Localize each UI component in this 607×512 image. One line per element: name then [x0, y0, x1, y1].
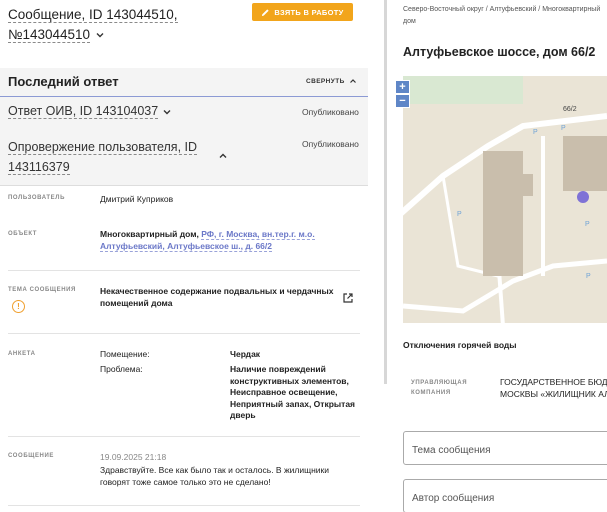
map[interactable]: P P P P P 66/2 — [403, 76, 607, 323]
svg-text:P: P — [585, 221, 590, 228]
company-label: УПРАВЛЯЮЩАЯ КОМПАНИЯ — [411, 380, 468, 396]
object-value: Многоквартирный дом, РФ, г. Москва, вн.т… — [100, 229, 325, 252]
chevron-up-icon — [349, 79, 356, 83]
reply-title-line2: 143116379 — [8, 160, 70, 175]
section-divider — [0, 96, 368, 97]
company-value-line2: МОСКВЫ «ЖИЛИЩНИК АЛ — [500, 388, 607, 399]
last-reply-section: Последний ответ СВЕРНУТЬ Ответ ОИВ, ID 1… — [0, 68, 368, 186]
hot-water-outages-heading: Отключения горячей воды — [403, 340, 517, 350]
object-type: Многоквартирный дом, — [100, 229, 202, 239]
map-canvas: P P P P P — [403, 76, 607, 323]
title-line2: №143044510 — [8, 27, 91, 43]
reply-title-line1: Опровержение пользователя, ID — [8, 140, 198, 155]
svg-text:P: P — [586, 273, 591, 280]
form-problem-value: Наличие повреждений конструктивных элеме… — [230, 364, 356, 420]
form-label: АНКЕТА — [8, 351, 36, 357]
message-title[interactable]: Сообщение, ID 143044510, №143044510 — [8, 5, 248, 45]
status-badge: Опубликовано — [302, 107, 359, 117]
house-number-label: 66/2 — [563, 106, 577, 113]
zoom-out-button[interactable]: − — [395, 94, 410, 108]
divider — [8, 270, 360, 271]
title-line1: Сообщение, ID 143044510, — [8, 7, 178, 23]
svg-text:P: P — [533, 129, 538, 136]
topic-value: Некачественное содержание подвальных и ч… — [100, 286, 334, 308]
object-address-title: Алтуфьевское шоссе, дом 66/2 — [403, 45, 596, 59]
chevron-up-icon — [219, 153, 227, 158]
collapse-button[interactable]: СВЕРНУТЬ — [306, 77, 357, 85]
take-in-work-button[interactable]: ВЗЯТЬ В РАБОТУ — [252, 3, 353, 21]
form-room-key: Помещение: — [100, 349, 150, 359]
svg-text:P: P — [457, 211, 462, 218]
divider — [8, 436, 360, 437]
message-author-field[interactable]: Автор сообщения — [403, 479, 607, 512]
user-label: ПОЛЬЗОВАТЕЛЬ — [8, 195, 66, 201]
reply-item-refutation[interactable]: Опровержение пользователя, ID 143116379 — [8, 137, 227, 177]
message-text: Здравствуйте. Все как было так и осталос… — [100, 465, 330, 487]
warning-icon: ! — [12, 300, 25, 313]
chevron-down-icon — [96, 33, 104, 38]
zoom-in-button[interactable]: + — [395, 80, 410, 94]
chevron-down-icon — [163, 109, 171, 115]
topic-label: ТЕМА СООБЩЕНИЯ — [8, 287, 76, 293]
divider — [8, 505, 360, 506]
form-problem-key: Проблема: — [100, 364, 143, 374]
breadcrumb[interactable]: Северо-Восточный округ / Алтуфьевский / … — [403, 4, 603, 28]
message-topic-placeholder: Тема сообщения — [412, 445, 491, 456]
company-value: ГОСУДАРСТВЕННОЕ БЮДЖ МОСКВЫ «ЖИЛИЩНИК АЛ — [500, 377, 607, 400]
message-author-placeholder: Автор сообщения — [412, 493, 495, 504]
message-label: СООБЩЕНИЕ — [8, 453, 54, 459]
form-room-value: Чердак — [230, 349, 261, 359]
svg-text:P: P — [561, 125, 566, 132]
reply-title: Ответ ОИВ, ID 143104037 — [8, 104, 159, 119]
status-badge: Опубликовано — [302, 139, 359, 149]
object-label: ОБЪЕКТ — [8, 231, 38, 237]
map-zoom-control: + − — [395, 80, 410, 109]
message-topic-field[interactable]: Тема сообщения — [403, 431, 607, 465]
take-in-work-label: ВЗЯТЬ В РАБОТУ — [274, 7, 344, 17]
pencil-icon — [262, 8, 270, 16]
message-panel: Сообщение, ID 143044510, №143044510 ВЗЯТ… — [0, 0, 368, 512]
reply-item-oiv[interactable]: Ответ ОИВ, ID 143104037 — [8, 104, 172, 119]
last-reply-heading: Последний ответ — [8, 74, 119, 89]
divider — [8, 333, 360, 334]
map-marker-icon[interactable] — [577, 191, 589, 203]
message-date: 19.09.2025 21:18 — [100, 452, 167, 462]
collapse-label: СВЕРНУТЬ — [306, 77, 345, 85]
external-link-icon[interactable] — [342, 292, 354, 304]
company-value-line1: ГОСУДАРСТВЕННОЕ БЮДЖ — [500, 377, 607, 387]
user-value: Дмитрий Куприков — [100, 194, 174, 204]
object-panel: Северо-Восточный округ / Алтуфьевский / … — [387, 0, 607, 512]
